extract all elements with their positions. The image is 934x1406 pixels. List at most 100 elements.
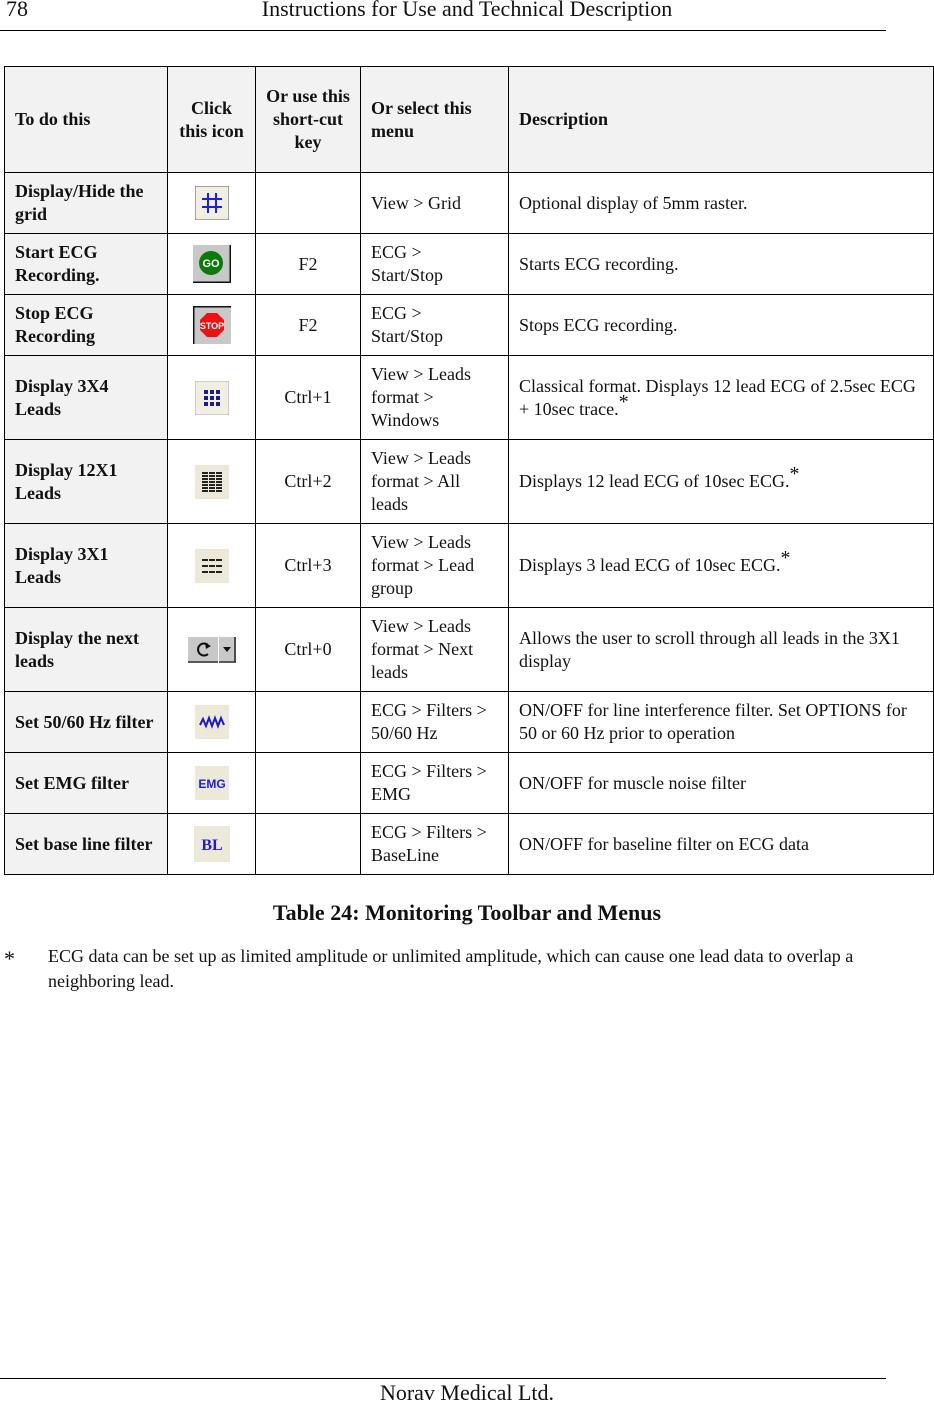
shortcut-cell: F2	[255, 294, 361, 356]
leads-3x4-icon	[194, 380, 229, 415]
description-text: Stops ECG recording.	[519, 314, 678, 335]
shortcut-cell: Ctrl+2	[255, 439, 361, 524]
icon-cell	[167, 691, 256, 753]
next-leads-icon	[187, 636, 236, 663]
icon-cell: BL	[167, 813, 256, 875]
action-cell: Display/Hide the grid	[4, 172, 168, 234]
action-cell: Start ECG Recording.	[4, 233, 168, 295]
icon-cell: GO	[167, 233, 256, 295]
go-icon: GO	[192, 245, 231, 283]
menu-cell: ECG > Start/Stop	[360, 294, 509, 356]
action-cell: Stop ECG Recording	[4, 294, 168, 356]
asterisk-mark: *	[618, 390, 629, 413]
icon-cell: STOP	[167, 294, 256, 356]
table-row: Stop ECG Recording STOP F2 ECG > Start/S…	[4, 294, 934, 356]
table-row: Display the next leads Ctrl+0 View > Lea…	[4, 607, 934, 692]
action-cell: Display 3X1 Leads	[4, 523, 168, 608]
table-row: Display 3X1 Leads Ctrl+3 View > Leads fo…	[4, 523, 934, 608]
shortcut-cell: Ctrl+0	[255, 607, 361, 692]
description-cell: ON/OFF for muscle noise filter	[508, 752, 934, 814]
action-cell: Set base line filter	[4, 813, 168, 875]
table-row: Start ECG Recording. GO F2 ECG > Start/S…	[4, 233, 934, 295]
menu-cell: View > Leads format > All leads	[360, 439, 509, 524]
description-text: ON/OFF for line interference filter. Set…	[519, 700, 907, 743]
column-header: Or use this short-cut key	[255, 66, 361, 173]
footer-company: Norav Medical Ltd.	[379, 1380, 555, 1405]
description-text: Optional display of 5mm raster.	[519, 192, 748, 213]
shortcut-cell	[255, 813, 361, 875]
action-cell: Display 12X1 Leads	[4, 439, 168, 524]
description-text: Displays 12 lead ECG of 10sec ECG.	[519, 471, 790, 491]
shortcut-cell: Ctrl+1	[255, 355, 361, 440]
baseline-filter-icon: BL	[193, 826, 230, 862]
menu-cell: ECG > Filters > EMG	[360, 752, 509, 814]
description-cell: ON/OFF for line interference filter. Set…	[508, 691, 934, 753]
shortcut-cell	[255, 752, 361, 814]
description-text: Allows the user to scroll through all le…	[519, 627, 900, 671]
description-cell: Displays 12 lead ECG of 10sec ECG.*	[508, 439, 934, 524]
hz-filter-icon	[194, 705, 229, 739]
shortcut-cell	[255, 172, 361, 234]
column-header: To do this	[4, 66, 168, 173]
menu-cell: View > Leads format > Next leads	[360, 607, 509, 692]
emg-filter-icon: EMG	[194, 766, 229, 800]
stop-icon-label: STOP	[199, 321, 223, 331]
description-text: ON/OFF for muscle noise filter	[519, 772, 746, 793]
description-cell: ON/OFF for baseline filter on ECG data	[508, 813, 934, 875]
table-row: Set base line filter BL ECG > Filters > …	[4, 813, 934, 875]
toolbar-menus-table: To do this Click this icon Or use this s…	[4, 66, 934, 875]
leads-3x1-icon	[194, 548, 229, 583]
table-row: Set EMG filter EMG ECG > Filters > EMG O…	[4, 752, 934, 814]
footnote-text: ECG data can be set up as limited amplit…	[48, 946, 854, 991]
icon-cell	[167, 607, 256, 692]
leads-12x1-icon	[194, 464, 229, 499]
column-header: Click this icon	[167, 66, 256, 173]
description-cell: Allows the user to scroll through all le…	[508, 607, 934, 692]
column-header: Or select this menu	[360, 66, 509, 173]
menu-cell: View > Grid	[360, 172, 509, 234]
header-title: Instructions for Use and Technical Descr…	[261, 0, 673, 21]
menu-cell: ECG > Filters > BaseLine	[360, 813, 509, 875]
menu-cell: View > Leads format > Windows	[360, 355, 509, 440]
description-cell: Displays 3 lead ECG of 10sec ECG.*	[508, 523, 934, 608]
action-cell: Set EMG filter	[4, 752, 168, 814]
description-text: Displays 3 lead ECG of 10sec ECG.	[519, 555, 781, 575]
description-cell: Classical format. Displays 12 lead ECG o…	[508, 355, 934, 440]
icon-cell	[167, 523, 256, 608]
footnote: * ECG data can be set up as limited ampl…	[4, 944, 884, 994]
shortcut-cell: F2	[255, 233, 361, 295]
table-header-row: To do this Click this icon Or use this s…	[4, 66, 934, 173]
description-cell: Starts ECG recording.	[508, 233, 934, 295]
table-row: Set 50/60 Hz filter ECG > Filters > 50/6…	[4, 691, 934, 753]
footer-rule	[0, 1378, 886, 1379]
footnote-mark: *	[4, 946, 15, 971]
menu-cell: ECG > Start/Stop	[360, 233, 509, 295]
icon-cell	[167, 172, 256, 234]
icon-cell	[167, 355, 256, 440]
table-row: Display 12X1 Leads Ctrl+2 View > Leads f…	[4, 439, 934, 524]
go-icon-label: GO	[202, 258, 220, 270]
table-caption: Table 24: Monitoring Toolbar and Menus	[272, 900, 662, 925]
description-text: Starts ECG recording.	[519, 253, 679, 274]
shortcut-cell	[255, 691, 361, 753]
column-header: Description	[508, 66, 934, 173]
description-cell: Stops ECG recording.	[508, 294, 934, 356]
icon-cell	[167, 439, 256, 524]
bl-icon-label: BL	[201, 837, 222, 854]
description-text: Classical format. Displays 12 lead ECG o…	[519, 375, 916, 419]
asterisk-mark: *	[789, 463, 800, 485]
menu-cell: View > Leads format > Lead group	[360, 523, 509, 608]
menu-cell: ECG > Filters > 50/60 Hz	[360, 691, 509, 753]
stop-icon: STOP	[192, 306, 231, 344]
grid-icon	[194, 186, 229, 220]
icon-cell: EMG	[167, 752, 256, 814]
asterisk-mark: *	[780, 547, 791, 569]
action-cell: Display 3X4 Leads	[4, 355, 168, 440]
table-row: Display 3X4 Leads Ctrl+1 View > Leads fo…	[4, 355, 934, 440]
action-cell: Set 50/60 Hz filter	[4, 691, 168, 753]
table-row: Display/Hide the grid View > Grid Option…	[4, 172, 934, 234]
emg-icon-label: EMG	[198, 777, 225, 791]
description-cell: Optional display of 5mm raster.	[508, 172, 934, 234]
description-text: ON/OFF for baseline filter on ECG data	[519, 833, 809, 854]
action-cell: Display the next leads	[4, 607, 168, 692]
